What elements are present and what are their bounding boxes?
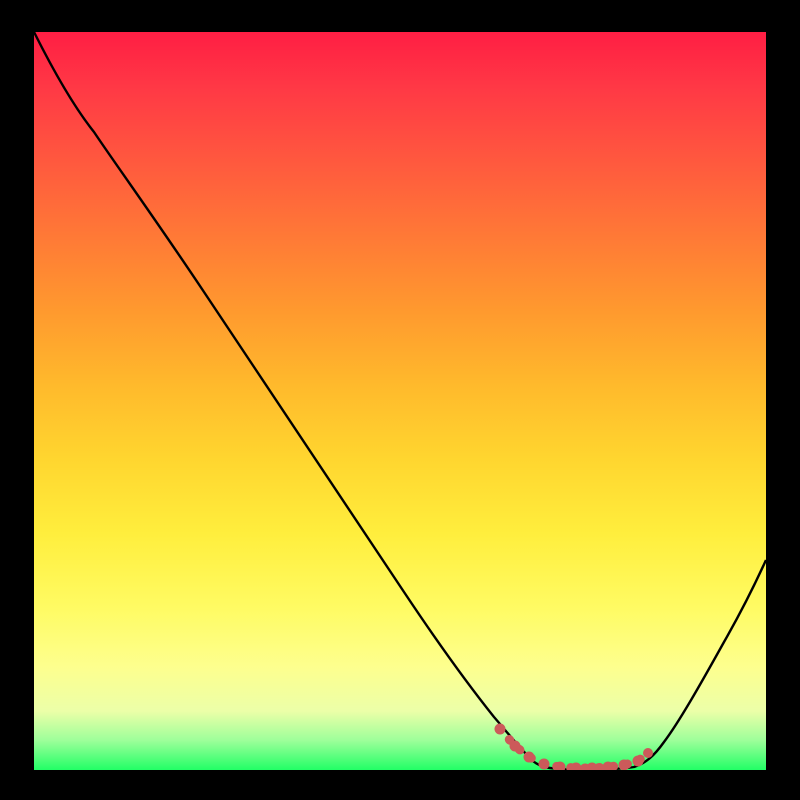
main-curve-line <box>34 32 766 770</box>
chart-frame: TheBottleneck.com <box>0 0 800 800</box>
watermark-text: TheBottleneck.com <box>593 4 768 27</box>
marker-band <box>500 729 648 768</box>
bottleneck-curve <box>34 32 766 770</box>
gradient-plot-area: TheBottleneck.com <box>34 32 766 770</box>
